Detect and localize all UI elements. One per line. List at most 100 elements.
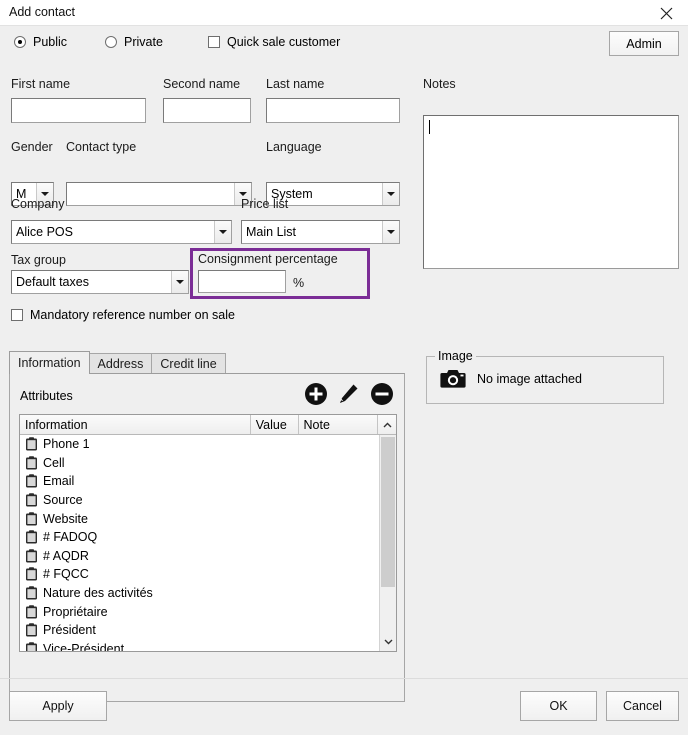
table-row[interactable]: Phone 1 (20, 435, 380, 454)
table-row[interactable]: # FADOQ (20, 528, 380, 547)
checkbox-quick-sale-customer[interactable]: Quick sale customer (208, 35, 340, 49)
chevron-down-icon (382, 183, 399, 205)
consignment-percentage-input[interactable] (198, 270, 286, 293)
clipboard-icon (25, 623, 38, 637)
visibility-toolbar: Public Private Quick sale customer Admin (0, 26, 688, 62)
tax-group-select[interactable]: Default taxes (11, 270, 189, 294)
checkbox-mandatory-reference-label: Mandatory reference number on sale (30, 308, 235, 322)
label-contact-type: Contact type (66, 140, 137, 154)
chevron-down-icon (382, 221, 399, 243)
chevron-down-icon (214, 221, 231, 243)
table-row[interactable]: Source (20, 491, 380, 510)
radio-public[interactable]: Public (14, 35, 67, 49)
label-notes: Notes (423, 77, 456, 91)
attributes-grid-header: Information Value Note (20, 415, 396, 435)
tab-information[interactable]: Information (9, 351, 90, 374)
clipboard-icon (25, 474, 38, 488)
table-row[interactable]: # FQCC (20, 565, 380, 584)
table-row[interactable]: Président (20, 621, 380, 640)
company-select-value: Alice POS (16, 225, 73, 239)
minus-circle-icon[interactable] (370, 382, 394, 406)
table-cell-information: Website (43, 511, 88, 526)
table-row[interactable]: Propriétaire (20, 602, 380, 621)
clipboard-icon (25, 511, 38, 526)
label-second-name: Second name (163, 77, 241, 91)
column-header-note[interactable]: Note (298, 415, 379, 434)
table-cell-information: Président (43, 623, 96, 638)
clipboard-icon (25, 549, 38, 563)
cancel-button[interactable]: Cancel (606, 691, 679, 721)
chevron-up-icon[interactable] (378, 415, 396, 434)
camera-icon[interactable] (440, 368, 466, 390)
table-cell-information: Email (43, 474, 75, 489)
checkbox-quick-sale-label: Quick sale customer (227, 35, 341, 49)
table-row[interactable]: # AQDR (20, 547, 380, 566)
image-group-legend: Image (435, 349, 476, 363)
chevron-down-icon (171, 271, 188, 293)
tab-panel-information: Attributes Information Value Note Phone … (9, 373, 405, 702)
text-caret (429, 120, 430, 134)
label-last-name: Last name (266, 77, 325, 91)
table-cell-information: # FADOQ (43, 530, 98, 545)
apply-button[interactable]: Apply (9, 691, 107, 721)
column-header-value[interactable]: Value (250, 415, 299, 434)
table-cell-information: Vice-Président (43, 641, 125, 651)
first-name-input[interactable] (11, 98, 146, 123)
clipboard-icon (25, 437, 38, 451)
table-row[interactable]: Vice-Président (20, 640, 380, 651)
company-select[interactable]: Alice POS (11, 220, 232, 244)
clipboard-icon (25, 456, 38, 470)
scrollbar-thumb[interactable] (381, 437, 395, 587)
admin-button[interactable]: Admin (609, 31, 679, 56)
tab-strip: Information Address Credit line (9, 351, 405, 374)
table-cell-information: # FQCC (43, 567, 89, 582)
dialog-footer: Apply OK Cancel (0, 678, 688, 735)
checkbox-quick-sale-box (208, 36, 220, 48)
table-cell-information: Source (43, 493, 83, 508)
table-row[interactable]: Nature des activités (20, 584, 380, 603)
column-header-information[interactable]: Information (20, 415, 251, 434)
attributes-grid-rows: Phone 1 Cell Email Source Website # FADOQ # AQ… (20, 435, 380, 651)
pencil-icon[interactable] (336, 382, 360, 406)
consignment-percentage-suffix: % (293, 276, 305, 290)
contact-type-select[interactable] (66, 182, 252, 206)
table-row[interactable]: Website (20, 509, 380, 528)
label-tax-group: Tax group (11, 253, 66, 267)
table-cell-information: Nature des activités (43, 586, 153, 601)
attributes-scrollbar[interactable] (379, 435, 396, 651)
label-price-list: Price list (241, 197, 289, 211)
clipboard-icon (25, 642, 38, 651)
plus-circle-icon[interactable] (304, 382, 328, 406)
add-contact-dialog: Public Private Quick sale customer Admin… (0, 26, 688, 735)
checkbox-mandatory-reference[interactable]: Mandatory reference number on sale (11, 308, 235, 322)
table-cell-information: Propriétaire (43, 604, 108, 619)
label-consignment-percentage: Consignment percentage (198, 252, 338, 266)
chevron-down-icon[interactable] (380, 635, 396, 649)
radio-public-label: Public (33, 35, 68, 49)
window-title: Add contact (9, 5, 76, 20)
attributes-section-label: Attributes (20, 389, 73, 403)
close-icon[interactable] (644, 0, 688, 26)
table-cell-information: Cell (43, 455, 65, 470)
label-language: Language (266, 140, 322, 154)
table-row[interactable]: Cell (20, 454, 380, 473)
tab-address[interactable]: Address (88, 353, 153, 374)
radio-public-dot (14, 36, 26, 48)
clipboard-icon (25, 493, 38, 507)
ok-button[interactable]: OK (520, 691, 597, 721)
table-row[interactable]: Email (20, 472, 380, 491)
notes-textarea[interactable] (423, 115, 679, 269)
radio-private-dot (105, 36, 117, 48)
label-gender: Gender (11, 140, 53, 154)
tab-credit-line[interactable]: Credit line (151, 353, 226, 374)
price-list-select[interactable]: Main List (241, 220, 400, 244)
second-name-input[interactable] (163, 98, 251, 123)
image-group: Image No image attached (426, 349, 664, 404)
clipboard-icon (25, 604, 38, 619)
radio-private[interactable]: Private (105, 35, 163, 49)
last-name-input[interactable] (266, 98, 400, 123)
table-cell-information: Phone 1 (43, 437, 90, 452)
clipboard-icon (25, 586, 38, 600)
table-cell-information: # AQDR (43, 548, 89, 563)
window-title-bar: Add contact (0, 0, 688, 26)
